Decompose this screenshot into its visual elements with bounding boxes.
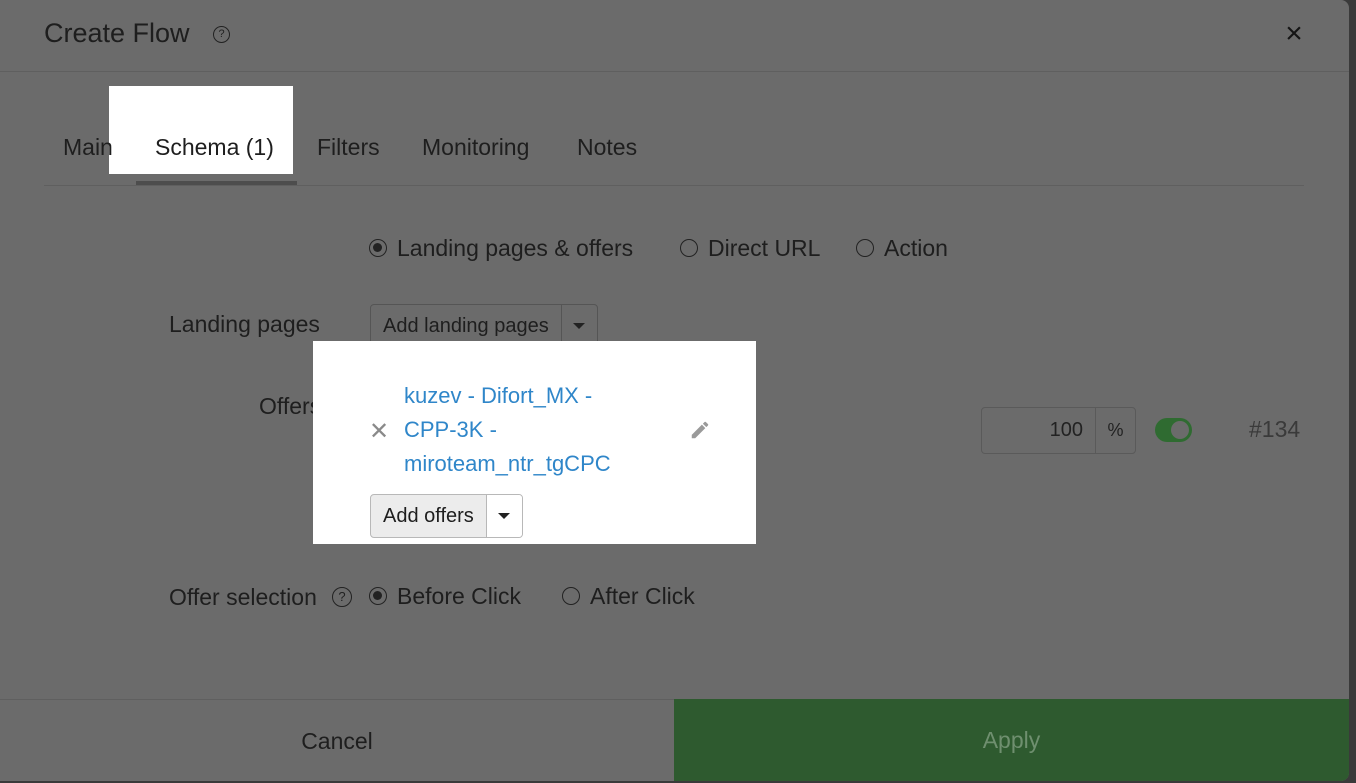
toggle-knob — [1171, 421, 1189, 439]
close-icon[interactable]: × — [1280, 16, 1308, 52]
radio-icon-checked[interactable] — [369, 587, 387, 605]
offer-weight-field[interactable]: 100 % — [981, 407, 1136, 454]
offer-enabled-toggle[interactable] — [1155, 418, 1192, 442]
offers-label: Offers — [259, 393, 322, 419]
help-icon[interactable]: ? — [213, 26, 230, 43]
caret-down-icon — [498, 513, 511, 519]
tab-filters[interactable]: Filters — [317, 134, 380, 161]
create-flow-modal: Create Flow ? × Main Schema (1) Filters … — [0, 0, 1349, 781]
cancel-button[interactable]: Cancel — [0, 699, 674, 781]
active-tab-indicator — [136, 181, 297, 185]
offer-selection-after-click[interactable]: After Click — [562, 582, 695, 610]
radio-icon[interactable] — [562, 587, 580, 605]
schema-type-landing-offers[interactable]: Landing pages & offers — [369, 234, 633, 262]
remove-icon[interactable]: ✕ — [369, 417, 389, 446]
apply-button[interactable]: Apply — [674, 699, 1349, 781]
landing-pages-label: Landing pages — [169, 311, 320, 337]
offer-id: #134 — [1249, 416, 1301, 442]
tab-schema[interactable]: Schema (1) — [155, 134, 274, 161]
schema-type-action[interactable]: Action — [856, 234, 948, 262]
pencil-icon[interactable] — [689, 419, 711, 441]
radio-label: After Click — [590, 582, 695, 609]
offer-name-line: kuzev - Difort_MX - — [404, 383, 593, 408]
radio-icon-checked[interactable] — [369, 239, 387, 257]
help-icon[interactable]: ? — [332, 587, 352, 607]
offer-weight-unit: % — [1095, 408, 1135, 453]
radio-label: Before Click — [397, 582, 521, 609]
offer-name-line: CPP-3K - — [404, 417, 497, 442]
radio-label: Landing pages & offers — [397, 234, 634, 261]
radio-label: Action — [884, 234, 948, 261]
add-offers-dropdown[interactable] — [485, 495, 522, 537]
modal-title: Create Flow — [44, 18, 190, 48]
offer-name-line: miroteam_ntr_tgCPC — [404, 451, 611, 476]
caret-down-icon — [573, 323, 586, 329]
tab-notes[interactable]: Notes — [577, 134, 637, 161]
offer-panel: ✕ kuzev - Difort_MX - CPP-3K - miroteam_… — [313, 341, 756, 544]
radio-icon[interactable] — [856, 239, 874, 257]
radio-icon[interactable] — [680, 239, 698, 257]
offer-selection-before-click[interactable]: Before Click — [369, 582, 521, 610]
tab-monitoring[interactable]: Monitoring — [422, 134, 529, 161]
tab-bar: Main Schema (1) Filters Monitoring Notes — [44, 86, 1304, 186]
radio-label: Direct URL — [708, 234, 821, 261]
add-offers-button[interactable]: Add offers — [371, 495, 486, 537]
offer-selection-label: Offer selection — [169, 584, 317, 610]
add-offers-group: Add offers — [370, 494, 523, 538]
modal-header: Create Flow ? × — [0, 0, 1349, 72]
offer-name-link[interactable]: kuzev - Difort_MX - CPP-3K - miroteam_nt… — [404, 379, 654, 481]
schema-type-direct-url[interactable]: Direct URL — [680, 234, 820, 262]
offer-weight-input[interactable]: 100 — [982, 408, 1095, 453]
tab-main[interactable]: Main — [63, 134, 113, 161]
